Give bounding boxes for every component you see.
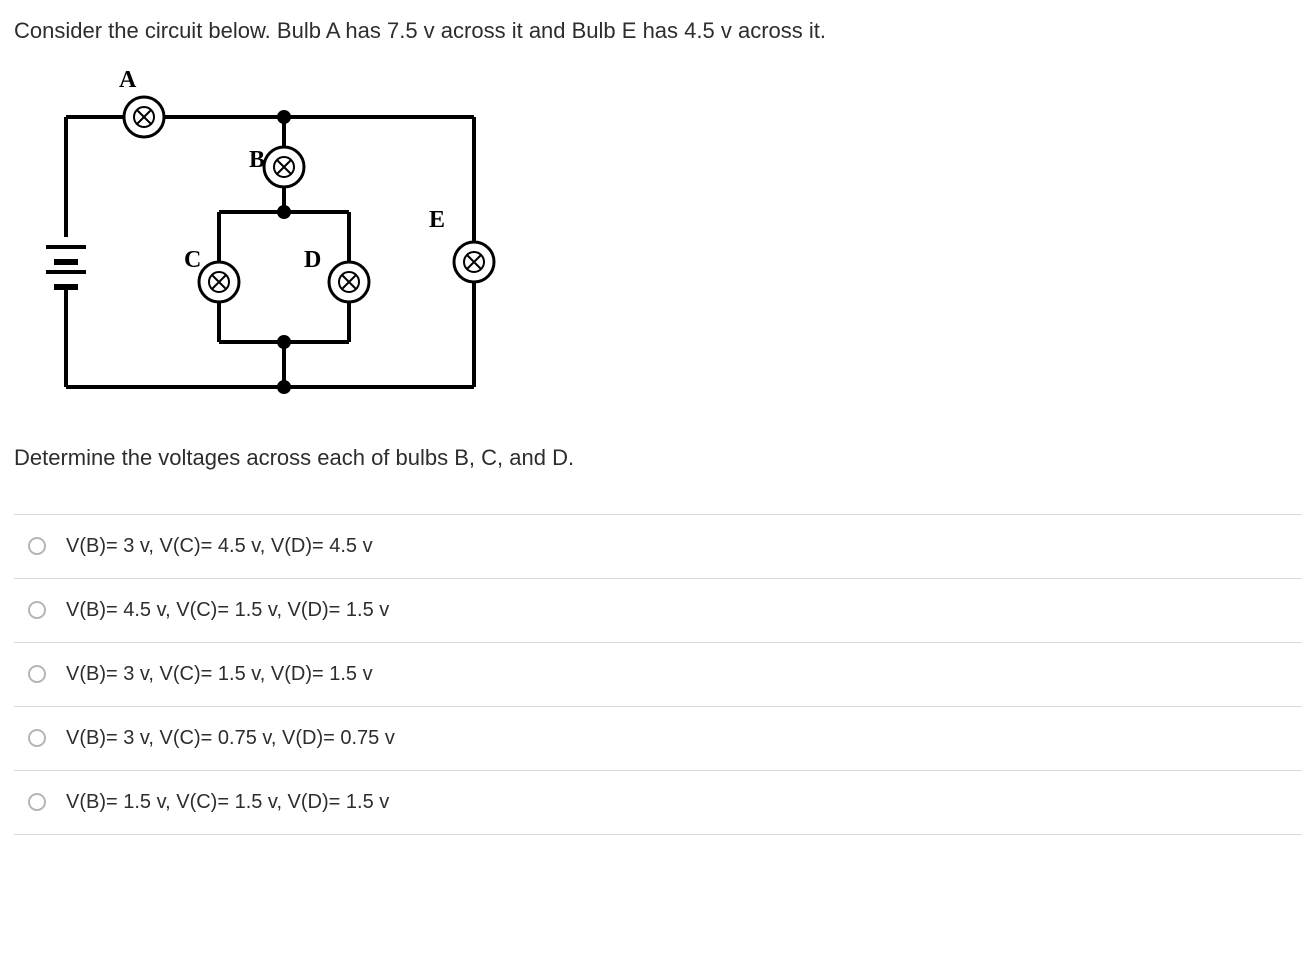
radio-icon [28, 601, 46, 619]
option-5[interactable]: V(B)= 1.5 v, V(C)= 1.5 v, V(D)= 1.5 v [14, 770, 1302, 835]
option-text: V(B)= 1.5 v, V(C)= 1.5 v, V(D)= 1.5 v [66, 791, 389, 814]
prompt-text: Determine the voltages across each of bu… [14, 443, 1302, 474]
options-list: V(B)= 3 v, V(C)= 4.5 v, V(D)= 4.5 v V(B)… [14, 514, 1302, 835]
option-text: V(B)= 3 v, V(C)= 1.5 v, V(D)= 1.5 v [66, 663, 373, 686]
option-4[interactable]: V(B)= 3 v, V(C)= 0.75 v, V(D)= 0.75 v [14, 706, 1302, 770]
label-e: E [429, 207, 445, 233]
option-2[interactable]: V(B)= 4.5 v, V(C)= 1.5 v, V(D)= 1.5 v [14, 578, 1302, 642]
option-text: V(B)= 4.5 v, V(C)= 1.5 v, V(D)= 1.5 v [66, 599, 389, 622]
option-1[interactable]: V(B)= 3 v, V(C)= 4.5 v, V(D)= 4.5 v [14, 514, 1302, 578]
option-text: V(B)= 3 v, V(C)= 0.75 v, V(D)= 0.75 v [66, 727, 395, 750]
label-c: C [184, 247, 201, 273]
radio-icon [28, 729, 46, 747]
label-d: D [304, 247, 321, 273]
radio-icon [28, 793, 46, 811]
question-text: Consider the circuit below. Bulb A has 7… [14, 16, 1302, 47]
circuit-diagram: A E B C [44, 67, 1302, 413]
label-a: A [119, 67, 137, 93]
radio-icon [28, 537, 46, 555]
label-b: B [249, 147, 265, 173]
radio-icon [28, 665, 46, 683]
option-text: V(B)= 3 v, V(C)= 4.5 v, V(D)= 4.5 v [66, 535, 373, 558]
option-3[interactable]: V(B)= 3 v, V(C)= 1.5 v, V(D)= 1.5 v [14, 642, 1302, 706]
